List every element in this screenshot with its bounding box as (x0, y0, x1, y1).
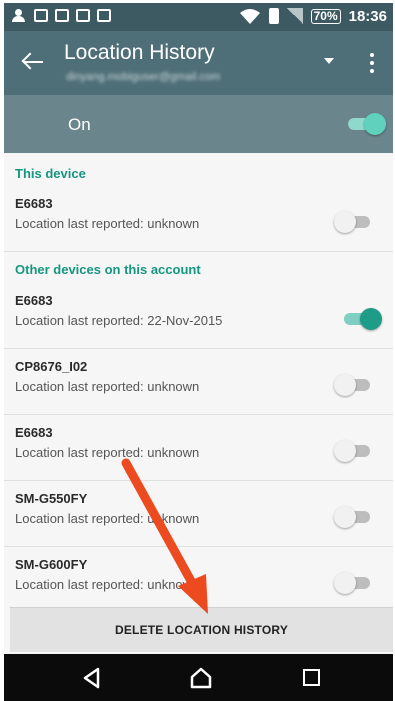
clock: 18:36 (348, 7, 387, 25)
device-name: CP8676_I02 (15, 359, 88, 374)
device-toggle[interactable] (334, 440, 374, 462)
system-icons: 70% 18:36 (239, 7, 387, 25)
battery-saver-icon (268, 8, 279, 24)
device-status: Location last reported: unknown (15, 216, 200, 231)
page-title: Location History (64, 41, 215, 64)
overflow-menu-icon[interactable] (370, 53, 374, 73)
nav-recents-icon[interactable] (303, 669, 320, 686)
master-toggle[interactable] (346, 113, 386, 135)
device-status: Location last reported: unknown (15, 379, 200, 394)
wifi-icon (239, 9, 260, 24)
device-row[interactable]: SM-G600FY Location last reported: unknow… (4, 547, 393, 613)
master-switch-bar[interactable]: On (4, 95, 393, 153)
device-toggle[interactable] (334, 374, 374, 396)
device-name: SM-G600FY (15, 557, 88, 572)
device-status: Location last reported: unknown (15, 511, 200, 526)
person-icon (12, 9, 27, 22)
device-name: E6683 (15, 196, 53, 211)
device-row[interactable]: CP8676_I02 Location last reported: unkno… (4, 349, 393, 415)
status-bar: 70% 18:36 (4, 3, 393, 31)
nav-back-icon[interactable] (82, 667, 100, 689)
device-name: E6683 (15, 293, 53, 308)
phone-screen: 70% 18:36 Location History dinyang.mobig… (4, 3, 393, 701)
device-row[interactable]: E6683 Location last reported: unknown (4, 186, 393, 252)
device-name: SM-G550FY (15, 491, 88, 506)
device-row[interactable]: SM-G550FY Location last reported: unknow… (4, 481, 393, 547)
master-switch-label: On (68, 115, 91, 134)
navigation-bar (4, 654, 393, 701)
gmail-icon (76, 9, 90, 22)
nav-home-icon[interactable] (190, 667, 212, 689)
device-toggle[interactable] (342, 308, 382, 330)
chat-icon (34, 9, 48, 22)
calendar-icon (97, 9, 111, 22)
signal-icon (286, 8, 303, 24)
delete-location-history-button[interactable]: DELETE LOCATION HISTORY (10, 607, 393, 652)
device-status: Location last reported: unknown (15, 577, 200, 592)
battery-percent: 70% (310, 8, 341, 24)
account-email[interactable]: dinyang.mobiguser@gmail.com (66, 71, 220, 83)
account-dropdown-icon[interactable] (324, 58, 334, 64)
section-header-other-devices: Other devices on this account (15, 262, 201, 277)
notification-icons (12, 9, 111, 22)
device-name: E6683 (15, 425, 53, 440)
device-toggle[interactable] (334, 572, 374, 594)
section-header-this-device: This device (15, 166, 86, 181)
back-arrow-icon[interactable] (20, 49, 46, 75)
device-row[interactable]: E6683 Location last reported: 22-Nov-201… (4, 283, 393, 349)
image-icon (55, 9, 69, 22)
device-row[interactable]: E6683 Location last reported: unknown (4, 415, 393, 481)
device-toggle[interactable] (334, 506, 374, 528)
device-toggle[interactable] (334, 211, 374, 233)
app-bar: Location History dinyang.mobiguser@gmail… (4, 31, 393, 95)
device-status: Location last reported: 22-Nov-2015 (15, 313, 223, 328)
device-status: Location last reported: unknown (15, 445, 200, 460)
